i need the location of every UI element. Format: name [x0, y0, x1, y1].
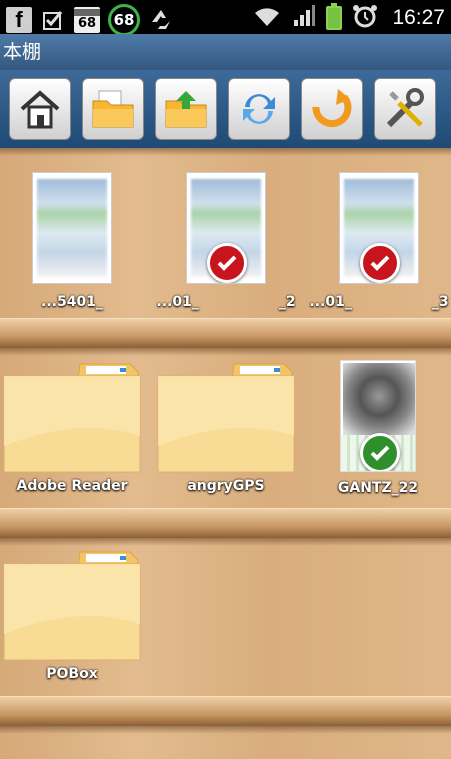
calendar-day: 68 — [77, 16, 97, 31]
settings-tools-icon — [386, 88, 424, 128]
wifi-icon — [252, 4, 282, 32]
folder-label: angryGPS — [187, 478, 265, 494]
open-folder-button[interactable] — [82, 78, 144, 140]
refresh-button[interactable] — [228, 78, 290, 140]
folder-label: POBox — [46, 666, 98, 682]
facebook-icon: f — [6, 7, 32, 33]
folder-icon — [2, 360, 142, 476]
folder-item[interactable]: POBox — [0, 548, 147, 682]
open-folder-icon — [92, 90, 134, 128]
battery-icon — [326, 3, 343, 30]
book-item[interactable]: GANTZ_22 — [303, 360, 451, 496]
checkmark-icon — [360, 243, 400, 283]
book-label: ...5401_ — [41, 294, 103, 310]
book-item[interactable]: ...5401_ — [0, 172, 147, 310]
alarm-icon — [352, 3, 378, 33]
checkbox-icon — [40, 7, 66, 33]
folder-icon — [2, 548, 142, 664]
book-item[interactable]: ...01_ _2 — [151, 172, 301, 310]
shelf-shadow — [0, 726, 451, 734]
badge-count: 68 — [113, 11, 135, 29]
shelf-shadow — [0, 348, 451, 356]
bookshelf: ...5401_ ...01_ _2 ...01_ _3 Adobe Reader — [0, 148, 451, 759]
book-item[interactable]: ...01_ _3 — [304, 172, 451, 310]
upload-folder-button[interactable] — [155, 78, 217, 140]
count-ring-icon: 68 — [108, 4, 140, 36]
back-button[interactable] — [301, 78, 363, 140]
folder-icon — [156, 360, 296, 476]
shelf-plank — [0, 696, 451, 726]
app-title: 本棚 — [0, 34, 451, 70]
book-cover — [186, 172, 266, 284]
book-cover — [32, 172, 112, 284]
book-label: ...01_ _2 — [156, 294, 296, 310]
folder-item[interactable]: angryGPS — [151, 360, 301, 494]
home-icon — [20, 90, 60, 129]
upload-folder-icon — [165, 91, 207, 128]
status-bar: f 68 68 16:27 — [0, 0, 451, 36]
shelf-plank — [0, 318, 451, 348]
refresh-icon — [243, 94, 275, 124]
checkmark-icon — [207, 243, 247, 283]
shelf-shadow — [0, 538, 451, 546]
toolbar — [0, 70, 451, 148]
calendar-icon: 68 — [74, 7, 100, 33]
folder-item[interactable]: Adobe Reader — [0, 360, 147, 494]
book-label: ...01_ _3 — [309, 294, 449, 310]
book-cover — [339, 172, 419, 284]
settings-button[interactable] — [374, 78, 436, 140]
shelf-plank — [0, 508, 451, 538]
status-time: 16:27 — [392, 6, 445, 29]
book-cover — [340, 360, 416, 472]
book-label: GANTZ_22 — [337, 480, 419, 496]
home-button[interactable] — [9, 78, 71, 140]
shelf-shadow — [0, 148, 451, 156]
back-arrow-icon — [312, 89, 352, 128]
recycle-icon — [148, 7, 174, 33]
signal-icon — [292, 4, 316, 32]
folder-label: Adobe Reader — [16, 478, 128, 494]
checkmark-icon — [360, 433, 400, 471]
